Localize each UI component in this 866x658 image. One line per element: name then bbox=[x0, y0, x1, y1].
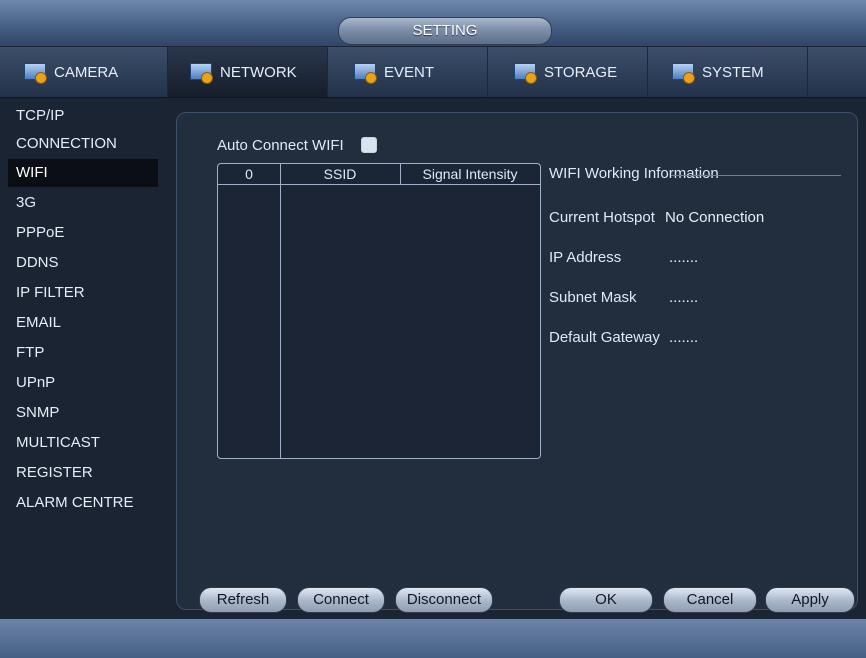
ip-address-value: ....... bbox=[669, 249, 699, 266]
subnet-mask-value: ....... bbox=[669, 289, 699, 306]
title-bar: SETTING bbox=[0, 0, 866, 47]
column-index: 0 bbox=[245, 166, 253, 182]
sidebar: TCP/IP CONNECTION WIFI 3G PPPoE DDNS IP … bbox=[0, 98, 168, 618]
storage-icon bbox=[514, 61, 538, 84]
event-icon bbox=[354, 61, 378, 84]
main-tab-bar: CAMERA NETWORK EVENT STORAGE SYSTEM bbox=[0, 47, 866, 97]
current-hotspot-label: Current Hotspot bbox=[549, 209, 655, 226]
tab-event[interactable]: EVENT bbox=[328, 47, 488, 97]
current-hotspot-value: No Connection bbox=[665, 209, 765, 226]
sidebar-item-upnp[interactable]: UPnP bbox=[8, 369, 158, 397]
sidebar-item-pppoe[interactable]: PPPoE bbox=[8, 219, 158, 247]
tab-label: STORAGE bbox=[544, 63, 618, 81]
system-icon bbox=[672, 61, 696, 84]
tab-label: NETWORK bbox=[220, 63, 297, 81]
network-icon bbox=[190, 61, 214, 84]
tab-system[interactable]: SYSTEM bbox=[648, 47, 808, 97]
camera-icon bbox=[24, 61, 48, 84]
sidebar-item-tcpip[interactable]: TCP/IP bbox=[8, 102, 158, 130]
footer-bar bbox=[0, 618, 866, 658]
column-divider bbox=[280, 164, 281, 458]
window-title: SETTING bbox=[338, 17, 552, 45]
tab-label: CAMERA bbox=[54, 63, 119, 81]
sidebar-item-alarm-centre[interactable]: ALARM CENTRE bbox=[8, 489, 158, 517]
auto-connect-checkbox[interactable] bbox=[361, 137, 377, 153]
column-signal-intensity: Signal Intensity bbox=[422, 166, 518, 182]
wifi-list-header: 0 SSID Signal Intensity bbox=[218, 164, 540, 185]
subnet-mask-label: Subnet Mask bbox=[549, 289, 637, 306]
apply-button[interactable]: Apply bbox=[765, 587, 855, 613]
sidebar-item-ftp[interactable]: FTP bbox=[8, 339, 158, 367]
disconnect-button[interactable]: Disconnect bbox=[395, 587, 493, 613]
wifi-list[interactable]: 0 SSID Signal Intensity bbox=[217, 163, 541, 459]
wifi-panel: Auto Connect WIFI 0 SSID Signal Intensit… bbox=[176, 112, 858, 613]
auto-connect-label: Auto Connect WIFI bbox=[217, 137, 344, 154]
column-ssid: SSID bbox=[323, 166, 357, 182]
sidebar-item-ddns[interactable]: DDNS bbox=[8, 249, 158, 277]
ok-button[interactable]: OK bbox=[559, 587, 653, 613]
refresh-button[interactable]: Refresh bbox=[199, 587, 287, 613]
sidebar-item-ip-filter[interactable]: IP FILTER bbox=[8, 279, 158, 307]
sidebar-item-connection[interactable]: CONNECTION bbox=[8, 130, 158, 158]
default-gateway-value: ....... bbox=[669, 329, 699, 346]
sidebar-item-register[interactable]: REGISTER bbox=[8, 459, 158, 487]
tab-label: SYSTEM bbox=[702, 63, 764, 81]
tab-label: EVENT bbox=[384, 63, 435, 81]
ip-address-label: IP Address bbox=[549, 249, 622, 266]
column-divider bbox=[400, 164, 401, 184]
content-area: Auto Connect WIFI 0 SSID Signal Intensit… bbox=[168, 98, 866, 618]
sidebar-item-email[interactable]: EMAIL bbox=[8, 309, 158, 337]
tab-network[interactable]: NETWORK bbox=[168, 47, 328, 97]
info-divider bbox=[671, 175, 841, 176]
sidebar-item-wifi[interactable]: WIFI bbox=[8, 159, 158, 187]
tab-storage[interactable]: STORAGE bbox=[488, 47, 648, 97]
wifi-working-info-title: WIFI Working Information bbox=[549, 165, 719, 182]
tab-camera[interactable]: CAMERA bbox=[0, 47, 168, 97]
sidebar-item-snmp[interactable]: SNMP bbox=[8, 399, 158, 427]
cancel-button[interactable]: Cancel bbox=[663, 587, 757, 613]
sidebar-item-multicast[interactable]: MULTICAST bbox=[8, 429, 158, 457]
sidebar-item-3g[interactable]: 3G bbox=[8, 189, 158, 217]
connect-button[interactable]: Connect bbox=[297, 587, 385, 613]
default-gateway-label: Default Gateway bbox=[549, 329, 660, 346]
